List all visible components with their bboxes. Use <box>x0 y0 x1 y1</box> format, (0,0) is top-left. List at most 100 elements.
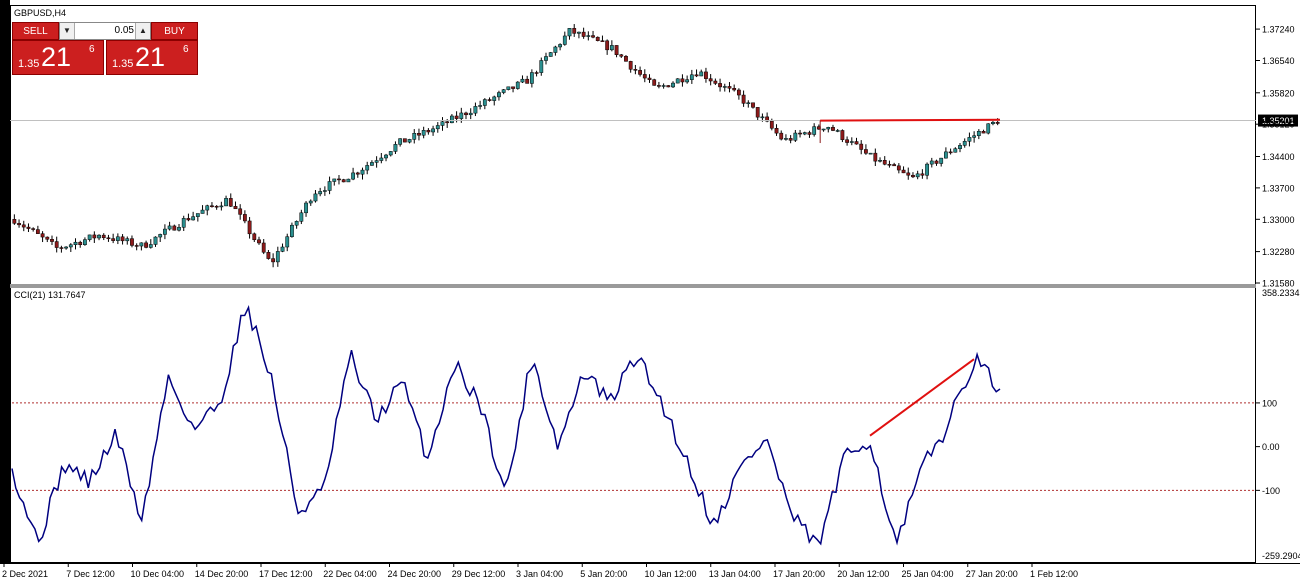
buy-quote-sup: 6 <box>183 44 189 55</box>
candle-body <box>351 172 355 180</box>
candle-body <box>788 138 793 141</box>
triangle-down-icon[interactable]: ▼ <box>60 23 75 39</box>
candle-body <box>991 121 995 125</box>
lot-size-input[interactable]: 0.05 <box>76 23 134 39</box>
candle-body <box>421 130 426 136</box>
cci-trendline <box>869 358 975 437</box>
candle-body <box>953 148 958 153</box>
candle-body <box>97 234 101 239</box>
candle-body <box>572 28 577 34</box>
candle-body <box>529 72 534 84</box>
candle-body <box>802 132 807 135</box>
sell-quote-sup: 6 <box>89 44 95 55</box>
time-label: 29 Dec 12:00 <box>452 569 506 579</box>
candle-body <box>468 112 473 116</box>
candle-body <box>972 135 977 138</box>
candle-body <box>308 200 313 204</box>
sell-button[interactable]: SELL <box>12 22 59 40</box>
candle-body <box>614 45 619 55</box>
candle-body <box>228 198 233 207</box>
candle-body <box>619 54 624 57</box>
candle-body <box>21 224 26 228</box>
one-click-trading-panel: SELL ▼ 0.05 ▲ BUY 1.35 21 6 1.35 21 6 <box>12 22 198 75</box>
candle-body <box>120 236 125 242</box>
candle-body <box>506 86 511 90</box>
cci-line <box>11 305 1001 546</box>
time-label: 2 Dec 2021 <box>2 569 48 579</box>
candle-body <box>995 121 1000 124</box>
candle-body <box>868 152 873 155</box>
candle-body <box>718 83 722 88</box>
candle-body <box>746 102 751 105</box>
price-tick-label: 1.33000 <box>1262 215 1295 225</box>
price-trendline <box>820 118 1001 122</box>
candle-body <box>313 193 318 202</box>
candle-body <box>845 139 849 143</box>
candle-body <box>435 125 440 130</box>
candle-body <box>290 224 294 237</box>
sell-quote[interactable]: 1.35 21 6 <box>12 40 104 75</box>
candle-body <box>163 228 167 235</box>
candle-body <box>591 35 595 38</box>
candle-body <box>280 246 285 252</box>
candle-body <box>210 205 214 207</box>
candle-body <box>901 169 906 174</box>
candle-body <box>986 123 991 134</box>
candle-body <box>473 106 478 114</box>
candle-body <box>153 236 158 245</box>
candle-body <box>689 74 694 80</box>
candle-body <box>299 212 304 222</box>
candle-body <box>247 220 252 235</box>
candle-body <box>492 96 497 101</box>
candle-body <box>59 247 64 249</box>
time-label: 17 Dec 12:00 <box>259 569 313 579</box>
candle-body <box>642 74 647 79</box>
candle-body <box>101 234 106 239</box>
candle-body <box>482 99 487 106</box>
lot-size-stepper[interactable]: ▼ 0.05 ▲ <box>59 22 151 40</box>
time-label: 22 Dec 04:00 <box>323 569 377 579</box>
candle-body <box>548 52 553 57</box>
candle-body <box>807 132 812 135</box>
candle-body <box>779 132 784 140</box>
candle-body <box>694 74 699 77</box>
candle-body <box>835 130 840 132</box>
candle-body <box>40 233 45 238</box>
candle-body <box>722 86 727 88</box>
candle-body <box>567 28 572 37</box>
candle-body <box>285 236 290 248</box>
candle-body <box>666 85 671 88</box>
candle-body <box>892 164 897 167</box>
buy-button[interactable]: BUY <box>151 22 198 40</box>
candle-body <box>332 178 337 182</box>
candle-body <box>191 216 196 221</box>
candle-body <box>242 214 247 222</box>
candle-body <box>417 133 421 136</box>
candle-body <box>454 115 459 119</box>
candle-body <box>464 112 468 116</box>
chart-canvas: 2 Dec 2021 7 Dec 12:00 10 Dec 04:00 14 Dec … <box>2 24 1300 579</box>
cci-level-label: 0.00 <box>1262 442 1280 452</box>
candle-body <box>144 242 148 248</box>
candle-body <box>73 241 78 245</box>
candle-body <box>148 244 153 248</box>
candle-body <box>534 72 539 74</box>
candle-body <box>887 164 892 166</box>
candle-body <box>864 149 868 154</box>
candle-body <box>577 31 581 34</box>
candle-body <box>459 112 464 119</box>
candle-body <box>115 236 120 241</box>
candle-body <box>727 86 732 89</box>
price-tick-label: 1.32280 <box>1262 247 1295 257</box>
candle-body <box>544 56 548 61</box>
candle-body <box>558 44 563 48</box>
candle-body <box>628 61 633 70</box>
candle-body <box>238 208 243 215</box>
candle-body <box>50 239 54 242</box>
candle-body <box>327 181 332 191</box>
candle-body <box>346 178 351 183</box>
triangle-up-icon[interactable]: ▲ <box>135 23 150 39</box>
candle-body <box>26 226 31 229</box>
chart-window: 2 Dec 2021 7 Dec 12:00 10 Dec 04:00 14 Dec … <box>0 0 1300 584</box>
buy-quote[interactable]: 1.35 21 6 <box>106 40 198 75</box>
